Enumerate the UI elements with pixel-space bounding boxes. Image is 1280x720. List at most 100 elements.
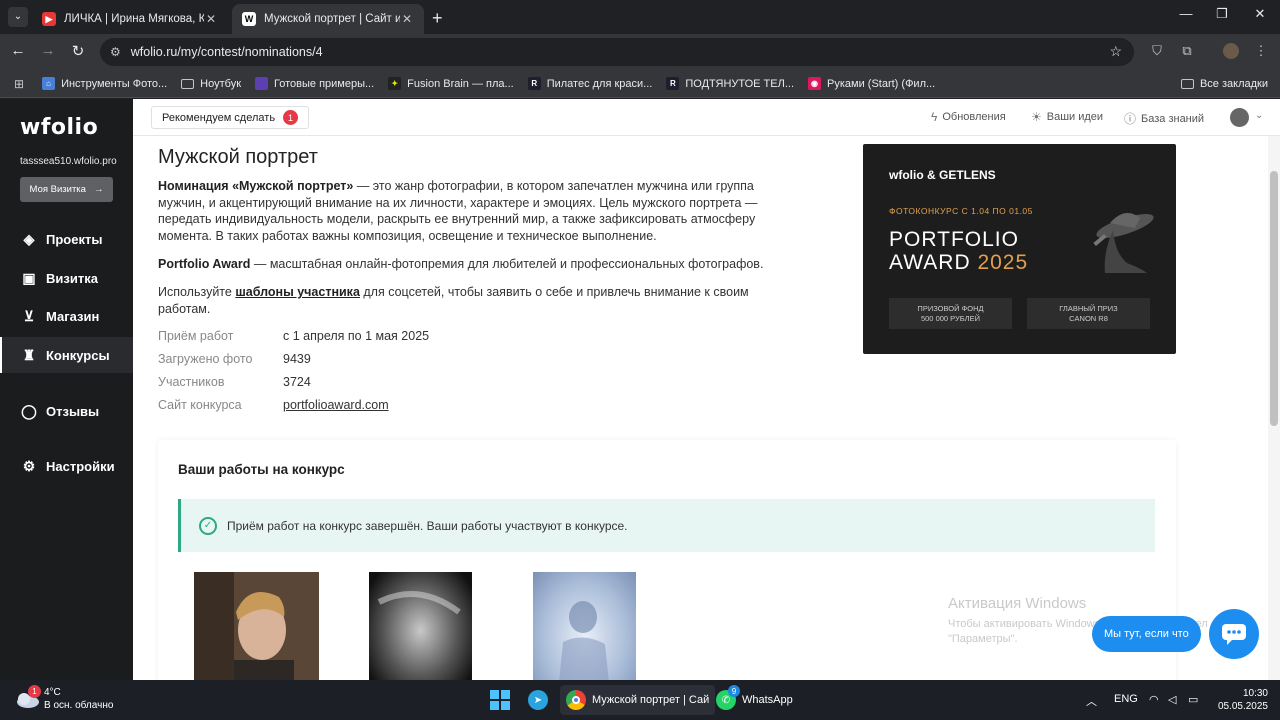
- back-button[interactable]: ←: [8, 42, 28, 59]
- whatsapp-label: WhatsApp: [742, 694, 793, 706]
- recommend-badge: 1: [283, 110, 299, 125]
- chat-widget-button[interactable]: [1209, 609, 1259, 659]
- profile-avatar[interactable]: [1222, 43, 1240, 62]
- browser-toolbar: ← → ↻ ⚙ wfolio.ru/my/contest/nominations…: [0, 34, 1280, 70]
- web-page: wfolio tasssea510.wfolio.pro Моя Визитка…: [0, 99, 1280, 680]
- sidebar-item-label: Отзывы: [46, 403, 100, 419]
- folder-icon: [1180, 78, 1194, 89]
- photo-thumbnail[interactable]: [369, 572, 472, 680]
- sidebar-item-label: Магазин: [46, 308, 100, 324]
- info-row-participants: Участников 3724: [158, 375, 311, 389]
- check-circle-icon: ✓: [199, 516, 217, 535]
- sidebar-item-projects[interactable]: ◈ Проекты: [0, 221, 133, 257]
- templates-text: Используйте: [158, 285, 236, 299]
- chevron-up-icon[interactable]: ︿: [1086, 693, 1097, 709]
- new-tab-button[interactable]: +: [432, 8, 443, 29]
- windows-taskbar: 1 4°C В осн. облачно ➤ Мужской портрет |…: [0, 680, 1280, 720]
- close-icon[interactable]: ✕: [204, 12, 218, 26]
- ideas-link[interactable]: ☀ Ваши идеи: [1031, 110, 1103, 124]
- my-card-label: Моя Визитка: [29, 184, 86, 195]
- shield-icon[interactable]: ⛉: [1148, 43, 1166, 59]
- tab-search-button[interactable]: ⌄: [8, 7, 28, 27]
- menu-icon[interactable]: ⋮: [1252, 43, 1270, 59]
- lightning-icon: ϟ: [931, 110, 938, 124]
- language-indicator[interactable]: ENG: [1114, 693, 1138, 705]
- bookmark-item[interactable]: ⌂ Инструменты Фото...: [42, 77, 167, 90]
- arrow-right-icon: →: [93, 184, 104, 195]
- start-button[interactable]: [490, 685, 510, 715]
- site-info-icon[interactable]: ⚙: [110, 45, 121, 59]
- close-icon[interactable]: ✕: [400, 12, 414, 26]
- my-card-button[interactable]: Моя Визитка →: [20, 177, 113, 202]
- volume-icon[interactable]: ◁: [1168, 693, 1176, 706]
- info-row-photos: Загружено фото 9439: [158, 352, 311, 366]
- knowledge-link[interactable]: ⓘ База знаний: [1124, 110, 1204, 127]
- bookmark-item[interactable]: Готовые примеры...: [255, 77, 374, 90]
- main-prize: ГЛАВНЫЙ ПРИЗ CANON R8: [1027, 298, 1150, 329]
- site-domain[interactable]: tasssea510.wfolio.pro: [20, 156, 117, 167]
- bookmark-item[interactable]: ✦ Fusion Brain — пла...: [388, 77, 514, 90]
- recommend-button[interactable]: Рекомендуем сделать 1: [151, 106, 310, 129]
- nomination-description: Номинация «Мужской портрет» — это жанр ф…: [158, 178, 803, 244]
- info-key: Сайт конкурса: [158, 398, 242, 412]
- forward-button[interactable]: →: [38, 42, 58, 59]
- folder-icon: [181, 78, 195, 89]
- chat-pill[interactable]: Мы тут, если что: [1092, 616, 1201, 652]
- chevron-down-icon[interactable]: ⌄: [1255, 110, 1263, 121]
- notice-text: Приём работ на конкурс завершён. Ваши ра…: [227, 518, 628, 533]
- bookmark-item[interactable]: R Пилатес для краси...: [527, 77, 652, 90]
- minimize-button[interactable]: —: [1176, 6, 1196, 21]
- sidebar-item-card[interactable]: ▣ Визитка: [0, 260, 133, 296]
- bookmark-favicon-icon: [255, 77, 269, 90]
- battery-icon[interactable]: ▭: [1188, 693, 1198, 706]
- reload-button[interactable]: ↻: [68, 42, 88, 60]
- updates-link[interactable]: ϟ Обновления: [931, 110, 1006, 124]
- address-bar[interactable]: ⚙ wfolio.ru/my/contest/nominations/4 ☆: [100, 38, 1134, 66]
- tab-wfolio[interactable]: W Мужской портрет | Сайт и обл ✕: [232, 4, 424, 34]
- banner-logo: wfolio & GETLENS: [889, 168, 996, 182]
- gear-icon: ⚙: [22, 457, 36, 474]
- whatsapp-taskbar-button[interactable]: ✆ 9 WhatsApp: [716, 685, 793, 715]
- bookmark-item[interactable]: ◉ Руками (Start) (Фил...: [808, 77, 935, 90]
- sidebar-item-settings[interactable]: ⚙ Настройки: [0, 448, 133, 484]
- sidebar-item-shop[interactable]: ⊻ Магазин: [0, 298, 133, 334]
- photo-thumbnail[interactable]: [533, 572, 636, 680]
- contest-banner[interactable]: wfolio & GETLENS ФОТОКОНКУРС С 1.04 ПО 0…: [863, 144, 1176, 354]
- banner-year: 2025: [977, 251, 1029, 274]
- extensions-icon[interactable]: ⧉: [1178, 43, 1196, 59]
- info-row-site: Сайт конкурса portfolioaward.com: [158, 398, 389, 412]
- restore-button[interactable]: ❐: [1212, 6, 1232, 22]
- prize-fund: ПРИЗОВОЙ ФОНД 500 000 РУБЛЕЙ: [889, 298, 1012, 329]
- weather-widget[interactable]: 1 4°C В осн. облачно: [14, 685, 113, 712]
- tab-title: Мужской портрет | Сайт и обл: [264, 13, 400, 25]
- bookmark-favicon-icon: ◉: [808, 77, 822, 90]
- contest-site-link[interactable]: portfolioaward.com: [283, 398, 389, 412]
- wfolio-logo[interactable]: wfolio: [20, 115, 98, 140]
- sidebar-item-contests[interactable]: ♜ Конкурсы: [0, 337, 133, 373]
- photo-thumbnail[interactable]: [194, 572, 319, 680]
- nomination-name: Номинация «Мужской портрет»: [158, 179, 354, 193]
- tab-lichka[interactable]: ▶ ЛИЧКА | Ирина Мягкова, Карт ✕: [32, 4, 228, 34]
- sidebar-item-reviews[interactable]: ◯ Отзывы: [0, 393, 133, 429]
- info-value: с 1 апреля по 1 мая 2025: [283, 329, 430, 343]
- telegram-button[interactable]: ➤: [528, 685, 548, 715]
- lightbulb-icon: ☀: [1031, 110, 1042, 124]
- bookmark-label: Руками (Start) (Фил...: [827, 77, 936, 90]
- tab-strip: ⌄ ▶ ЛИЧКА | Ирина Мягкова, Карт ✕ W Мужс…: [0, 0, 1280, 34]
- cloud-icon: 1: [14, 685, 41, 709]
- all-bookmarks[interactable]: Все закладки: [1180, 78, 1268, 90]
- templates-link[interactable]: шаблоны участника: [235, 285, 360, 299]
- wifi-icon[interactable]: ◠: [1149, 693, 1159, 706]
- window-close-button[interactable]: ✕: [1250, 6, 1270, 22]
- award-text: — масштабная онлайн-фотопремия для любит…: [250, 257, 764, 271]
- bookmark-favicon-icon: ⌂: [42, 77, 56, 90]
- system-clock[interactable]: 10:30 05.05.2025: [1218, 687, 1268, 713]
- scrollbar-thumb[interactable]: [1270, 171, 1278, 426]
- user-avatar[interactable]: [1230, 108, 1249, 127]
- apps-icon[interactable]: ⊞: [14, 77, 24, 91]
- chrome-taskbar-button[interactable]: Мужской портрет | Сай: [560, 685, 716, 715]
- bookmark-item[interactable]: R ПОДТЯНУТОЕ ТЕЛ...: [666, 77, 794, 90]
- whatsapp-icon: ✆ 9: [716, 685, 740, 710]
- bookmark-folder[interactable]: Ноутбук: [181, 78, 241, 90]
- bookmark-star-icon[interactable]: ☆: [1109, 43, 1122, 60]
